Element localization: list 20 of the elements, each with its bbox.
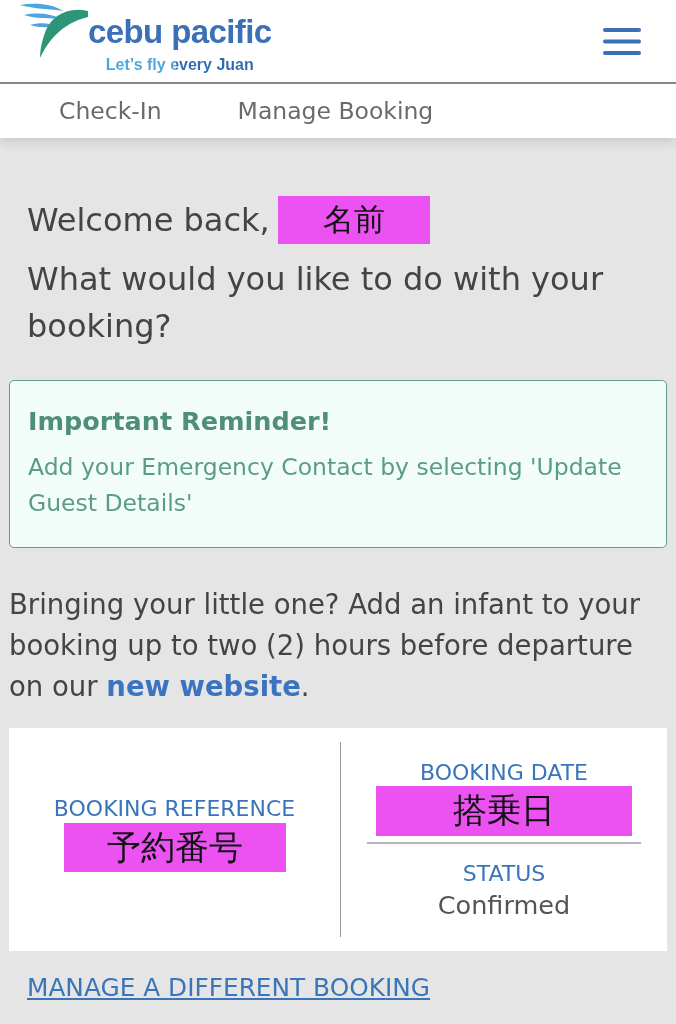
status-value: Confirmed: [437, 889, 571, 921]
infant-notice: Bringing your little one? Add an infant to your booking up to two (2) hours before departure on our new website.: [9, 587, 641, 704]
new-website-link[interactable]: new website: [106, 670, 301, 702]
reminder-text: Add your Emergency Contact by selecting 'Update Guest Details': [28, 452, 623, 519]
nav-link[interactable]: Manage Booking: [237, 97, 434, 125]
welcome-text: Welcome back,: [27, 201, 270, 239]
bird-logo-icon: [20, 2, 88, 58]
guest-name-label: 名前: [277, 196, 430, 244]
question-text: What would you like to do with your booking?: [26, 259, 605, 347]
booking-date-value: 搭乗日: [376, 786, 632, 836]
reminder-title: Important Reminder!: [28, 405, 333, 437]
booking-reference-value: 予約番号: [63, 823, 286, 872]
booking-date-label: BOOKING DATE: [420, 761, 588, 785]
logo-tagline: Let’s fly every Juan: [105, 55, 254, 75]
menu-icon[interactable]: [603, 27, 641, 55]
nav-link[interactable]: Check-In: [59, 97, 162, 125]
status-label: STATUS: [462, 862, 546, 886]
booking-reference-label: BOOKING REFERENCE: [53, 797, 296, 821]
logo-wordmark: cebu pacific: [88, 12, 272, 52]
manage-different-booking-link[interactable]: MANAGE A DIFFERENT BOOKING: [27, 973, 431, 1003]
